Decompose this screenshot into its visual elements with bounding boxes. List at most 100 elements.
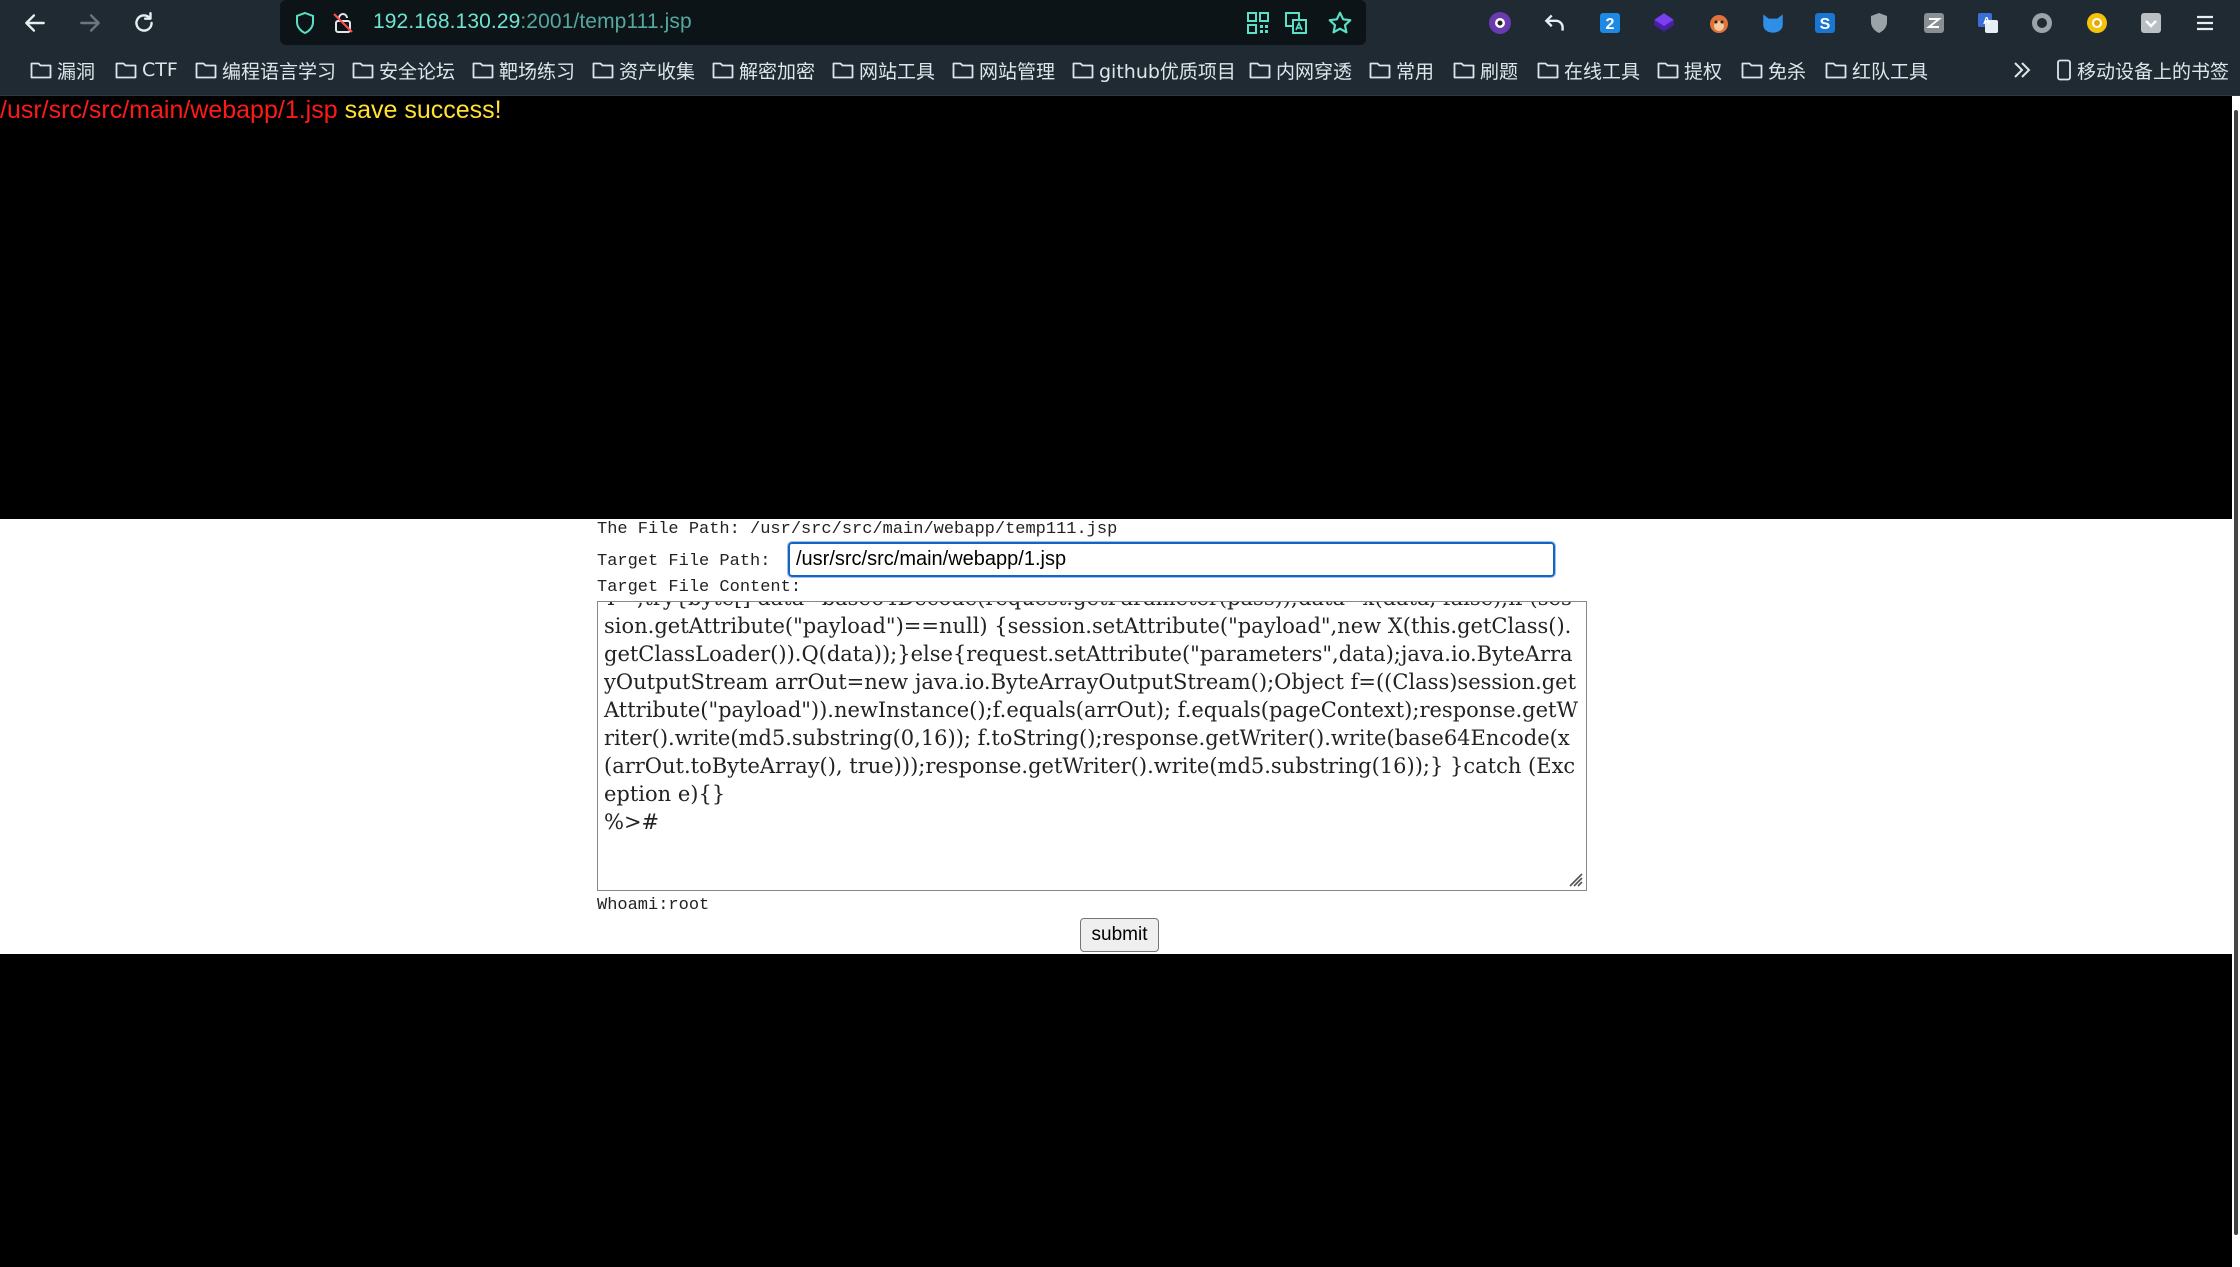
bookmark-folder[interactable]: 提权: [1657, 57, 1722, 83]
bookmark-folder[interactable]: 靶场练习: [472, 57, 575, 83]
bookmark-folder[interactable]: 网站工具: [832, 57, 935, 83]
resize-handle-icon[interactable]: [1563, 867, 1583, 887]
translate-icon[interactable]: [1283, 10, 1309, 36]
bookmark-folder[interactable]: 常用: [1369, 57, 1434, 83]
bookmark-folder[interactable]: 编程语言学习: [195, 57, 336, 83]
extension-chrome-icon[interactable]: [2083, 9, 2111, 37]
whoami-output: Whoami:root: [597, 896, 710, 915]
bookmark-folder[interactable]: github优质项目: [1072, 57, 1236, 83]
mobile-device-icon: [2057, 59, 2071, 81]
folder-icon: [1825, 62, 1847, 79]
bookmark-folder[interactable]: 在线工具: [1537, 57, 1640, 83]
extension-eye-icon[interactable]: [1486, 9, 1514, 37]
url-text[interactable]: 192.168.130.29:2001/temp111.jsp: [373, 10, 692, 34]
bookmark-folder[interactable]: 解密加密: [712, 57, 815, 83]
folder-icon: [1537, 62, 1559, 79]
content-textarea[interactable]: Y"";try{byte[] data=base64Decode(request…: [597, 601, 1587, 891]
qr-code-icon[interactable]: [1245, 10, 1271, 36]
arrow-right-icon: [80, 14, 100, 32]
chevron-double-right-icon: [2014, 62, 2031, 78]
target-path-label: Target File Path:: [597, 552, 771, 571]
bookmark-label: 解密加密: [739, 60, 816, 83]
bookmark-folder[interactable]: CTF: [115, 57, 178, 83]
folder-icon: [472, 62, 494, 79]
target-content-label: Target File Content:: [597, 578, 802, 597]
forward-button[interactable]: [73, 6, 107, 40]
bookmark-label: 内网穿透: [1276, 60, 1353, 83]
current-file-path: The File Path: /usr/src/src/main/webapp/…: [597, 520, 1118, 539]
extension-circle-icon[interactable]: [2028, 9, 2056, 37]
address-bar[interactable]: 192.168.130.29:2001/temp111.jsp: [280, 0, 1366, 45]
folder-icon: [712, 62, 734, 79]
folder-icon: [832, 62, 854, 79]
bookmark-star-icon[interactable]: [1327, 10, 1353, 36]
folder-icon: [952, 62, 974, 79]
reload-button[interactable]: [127, 6, 161, 40]
folder-icon: [30, 62, 52, 79]
bookmark-folder[interactable]: 网站管理: [952, 57, 1055, 83]
bookmark-label: 常用: [1396, 60, 1435, 83]
bookmark-label: 漏洞: [57, 60, 96, 83]
url-path: :2001/temp111.jsp: [520, 10, 692, 33]
extension-cube-icon[interactable]: [1650, 9, 1678, 37]
bookmark-folder[interactable]: 资产收集: [592, 57, 695, 83]
folder-icon: [1741, 62, 1763, 79]
bookmark-folder[interactable]: 漏洞: [30, 57, 95, 83]
bookmark-label: 红队工具: [1852, 60, 1929, 83]
extension-s-icon[interactable]: S: [1811, 9, 1839, 37]
arrow-left-icon: [25, 14, 45, 32]
shield-icon[interactable]: [292, 10, 318, 36]
back-button[interactable]: [18, 6, 52, 40]
bookmark-label: 在线工具: [1564, 60, 1641, 83]
reload-icon: [135, 12, 153, 32]
folder-icon: [115, 62, 137, 79]
svg-text:S: S: [1820, 16, 1831, 33]
save-status: save success!: [337, 96, 502, 124]
extension-translate-icon[interactable]: A: [1974, 9, 2002, 37]
bookmark-label: CTF: [142, 59, 178, 81]
extension-cat-icon[interactable]: [1759, 9, 1787, 37]
folder-icon: [195, 62, 217, 79]
extension-undo-icon[interactable]: [1541, 9, 1569, 37]
folder-icon: [1072, 62, 1094, 79]
bookmark-label: 资产收集: [619, 60, 696, 83]
folder-icon: [1657, 62, 1679, 79]
content-text: Y"";try{byte[] data=base64Decode(request…: [604, 602, 1579, 834]
bookmark-label: 靶场练习: [499, 60, 576, 83]
folder-icon: [352, 62, 374, 79]
bookmark-label: 刷题: [1480, 60, 1519, 83]
bookmarks-overflow-button[interactable]: [2010, 57, 2039, 83]
svg-text:A: A: [1983, 16, 1990, 27]
extension-z-icon[interactable]: [1920, 9, 1948, 37]
insecure-lock-icon[interactable]: [330, 10, 356, 36]
save-message: /usr/src/src/main/webapp/1.jsp save succ…: [0, 96, 502, 125]
folder-icon: [592, 62, 614, 79]
bookmark-folder[interactable]: 内网穿透: [1249, 57, 1352, 83]
bookmark-label: 编程语言学习: [222, 60, 337, 83]
url-host: 192.168.130.29: [373, 10, 521, 33]
saved-file-path: /usr/src/src/main/webapp/1.jsp: [0, 96, 338, 124]
extension-shield-gray-icon[interactable]: [1865, 9, 1893, 37]
target-path-input[interactable]: [787, 541, 1556, 578]
scrollbar-thumb[interactable]: [2234, 110, 2238, 1235]
submit-button[interactable]: submit: [1080, 918, 1159, 952]
bookmark-label: 提权: [1684, 60, 1723, 83]
extension-badge-2-icon[interactable]: 2: [1596, 9, 1624, 37]
bookmark-folder[interactable]: 安全论坛: [352, 57, 455, 83]
bookmark-folder[interactable]: 刷题: [1453, 57, 1518, 83]
mobile-bookmarks[interactable]: 移动设备上的书签: [2056, 57, 2229, 83]
bookmark-folder[interactable]: 免杀: [1741, 57, 1806, 83]
extension-check-icon[interactable]: [2137, 9, 2165, 37]
svg-text:2: 2: [1606, 16, 1615, 33]
bookmark-label: 网站管理: [979, 60, 1056, 83]
extension-monkey-icon[interactable]: [1705, 9, 1733, 37]
mobile-bookmarks-label: 移动设备上的书签: [2077, 60, 2230, 83]
bookmark-label: 安全论坛: [379, 60, 456, 83]
menu-hamburger-icon[interactable]: [2191, 9, 2219, 37]
bookmark-label: 网站工具: [859, 60, 936, 83]
bookmarks-bar: 漏洞 CTF 编程语言学习 安全论坛 靶场练习 资产收集 解密加密 网站工具 网…: [0, 47, 2240, 96]
folder-icon: [1369, 62, 1391, 79]
folder-icon: [1453, 62, 1475, 79]
page-scrollbar[interactable]: [2232, 96, 2240, 1267]
bookmark-folder[interactable]: 红队工具: [1825, 57, 1928, 83]
